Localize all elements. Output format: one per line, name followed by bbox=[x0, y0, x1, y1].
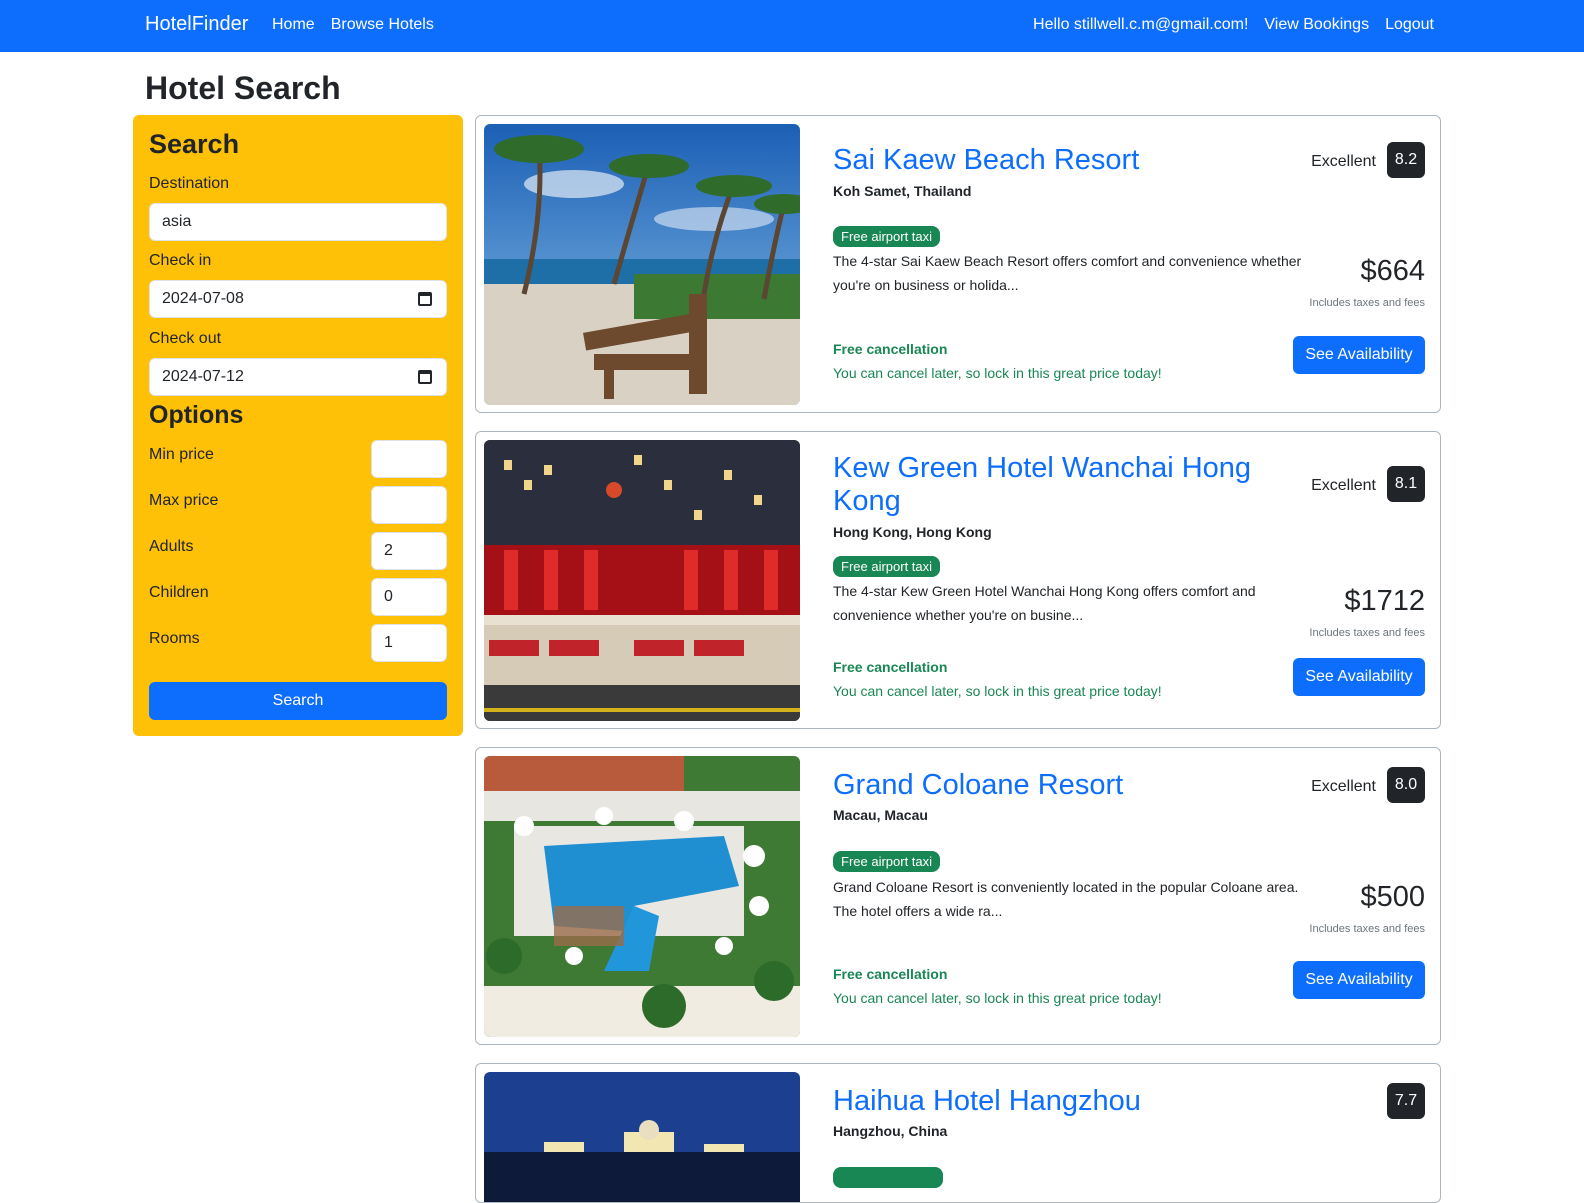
max-price-label: Max price bbox=[149, 492, 219, 509]
rating-label: Excellent bbox=[1311, 778, 1376, 795]
hotel-location: Hong Kong, Hong Kong bbox=[833, 524, 992, 540]
cancellation-note: You can cancel later, so lock in this gr… bbox=[833, 990, 1162, 1006]
nav-right: Hello stillwell.c.m@gmail.com! View Book… bbox=[1033, 16, 1434, 34]
destination-label: Destination bbox=[149, 175, 230, 192]
hotel-price: $500 bbox=[1360, 881, 1425, 913]
hotel-description: The 4-star Kew Green Hotel Wanchai Hong … bbox=[833, 583, 1256, 623]
calendar-icon[interactable] bbox=[418, 292, 432, 306]
min-price-input[interactable] bbox=[371, 440, 447, 478]
children-input[interactable]: 0 bbox=[371, 578, 447, 616]
free-taxi-badge: Free airport taxi bbox=[833, 556, 941, 577]
free-cancellation-label: Free cancellation bbox=[833, 659, 948, 675]
logout-link[interactable]: Logout bbox=[1385, 16, 1434, 34]
cancellation-note: You can cancel later, so lock in this gr… bbox=[833, 365, 1162, 381]
checkin-label: Check in bbox=[149, 252, 212, 269]
hotel-location: Macau, Macau bbox=[833, 807, 928, 823]
hotel-name-link[interactable]: Haihua Hotel Hangzhou bbox=[833, 1085, 1273, 1118]
rooms-input[interactable]: 1 bbox=[371, 624, 447, 662]
hotel-price: $664 bbox=[1360, 255, 1425, 287]
min-price-label: Min price bbox=[149, 446, 214, 463]
hotel-location: Koh Samet, Thailand bbox=[833, 183, 972, 199]
rating-badge: 8.0 bbox=[1387, 767, 1425, 803]
options-heading: Options bbox=[149, 401, 244, 429]
user-greeting[interactable]: Hello stillwell.c.m@gmail.com! bbox=[1033, 16, 1248, 34]
calendar-icon[interactable] bbox=[418, 370, 432, 384]
hotel-location: Hangzhou, China bbox=[833, 1123, 948, 1139]
free-cancellation-label: Free cancellation bbox=[833, 341, 948, 357]
free-cancellation-label: Free cancellation bbox=[833, 966, 948, 982]
hotel-description: The 4-star Sai Kaew Beach Resort offers … bbox=[833, 253, 1302, 293]
checkin-date-value: 2024-07-08 bbox=[162, 290, 244, 307]
hotel-image-building[interactable] bbox=[484, 440, 800, 721]
checkout-label: Check out bbox=[149, 330, 222, 347]
hotel-card: Haihua Hotel Hangzhou Hangzhou, China 7.… bbox=[475, 1063, 1441, 1203]
rating-badge: 8.2 bbox=[1387, 142, 1425, 178]
max-price-input[interactable] bbox=[371, 486, 447, 524]
hotel-card: Grand Coloane Resort Macau, Macau Free a… bbox=[475, 747, 1441, 1045]
nav-left: Home Browse Hotels bbox=[272, 16, 434, 34]
search-panel: Search Destination asia Check in 2024-07… bbox=[133, 115, 463, 736]
free-taxi-badge: Free airport taxi bbox=[833, 851, 941, 872]
page-title: Hotel Search bbox=[145, 70, 341, 106]
taxes-note: Includes taxes and fees bbox=[1309, 923, 1425, 935]
hotel-description: Grand Coloane Resort is conveniently loc… bbox=[833, 879, 1299, 919]
see-availability-button[interactable]: See Availability bbox=[1293, 658, 1425, 696]
free-taxi-badge: Free airport taxi bbox=[833, 226, 941, 247]
nav-browse-hotels-link[interactable]: Browse Hotels bbox=[331, 16, 434, 34]
see-availability-button[interactable]: See Availability bbox=[1293, 336, 1425, 374]
taxes-note: Includes taxes and fees bbox=[1309, 297, 1425, 309]
search-heading: Search bbox=[149, 129, 240, 159]
checkout-date-input[interactable]: 2024-07-12 bbox=[149, 358, 447, 396]
checkout-date-value: 2024-07-12 bbox=[162, 368, 244, 385]
children-label: Children bbox=[149, 584, 209, 601]
rating-label: Excellent bbox=[1311, 153, 1376, 170]
hotel-name-link[interactable]: Grand Coloane Resort bbox=[833, 769, 1273, 802]
hotel-name-link[interactable]: Kew Green Hotel Wanchai Hong Kong bbox=[833, 452, 1273, 518]
destination-input[interactable]: asia bbox=[149, 203, 447, 241]
brand-link[interactable]: HotelFinder bbox=[145, 13, 248, 36]
view-bookings-link[interactable]: View Bookings bbox=[1264, 16, 1369, 34]
hotel-price: $1712 bbox=[1344, 585, 1425, 617]
hotel-image-night[interactable] bbox=[484, 1072, 800, 1202]
adults-label: Adults bbox=[149, 538, 194, 555]
free-taxi-badge bbox=[833, 1167, 943, 1188]
nav-home-link[interactable]: Home bbox=[272, 16, 315, 34]
hotel-name-link[interactable]: Sai Kaew Beach Resort bbox=[833, 144, 1273, 177]
rating-label: Excellent bbox=[1311, 477, 1376, 494]
checkin-date-input[interactable]: 2024-07-08 bbox=[149, 280, 447, 318]
see-availability-button[interactable]: See Availability bbox=[1293, 961, 1425, 999]
hotel-card: Sai Kaew Beach Resort Koh Samet, Thailan… bbox=[475, 115, 1441, 413]
taxes-note: Includes taxes and fees bbox=[1309, 627, 1425, 639]
navbar: HotelFinder Home Browse Hotels Hello sti… bbox=[0, 0, 1584, 52]
rating-badge: 7.7 bbox=[1387, 1083, 1425, 1119]
search-button[interactable]: Search bbox=[149, 682, 447, 720]
adults-input[interactable]: 2 bbox=[371, 532, 447, 570]
rooms-label: Rooms bbox=[149, 630, 200, 647]
rating-badge: 8.1 bbox=[1387, 466, 1425, 502]
cancellation-note: You can cancel later, so lock in this gr… bbox=[833, 683, 1162, 699]
hotel-card: Kew Green Hotel Wanchai Hong Kong Hong K… bbox=[475, 431, 1441, 729]
hotel-image-pool[interactable] bbox=[484, 756, 800, 1037]
hotel-image-beach[interactable] bbox=[484, 124, 800, 405]
